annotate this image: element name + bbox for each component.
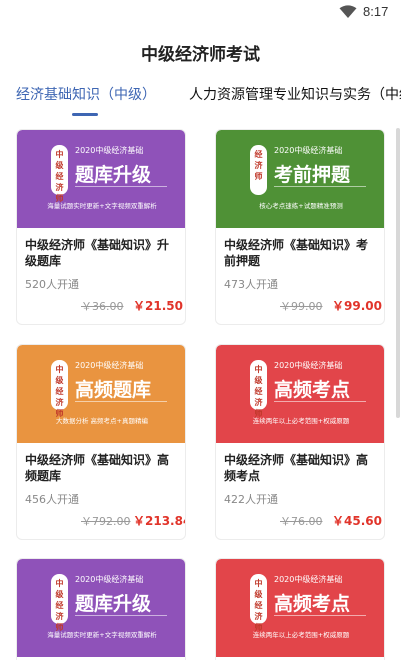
brand-badge-char: 济 xyxy=(254,398,263,407)
banner-subtitle: 2020中级经济基础 xyxy=(274,146,343,155)
brand-badge-text: 经济师 xyxy=(250,149,267,182)
brand-badge: 中级经济师 xyxy=(51,360,68,418)
course-card[interactable]: 中级经济师 2020中级经济基础 高频题库 大数据分析 高频考点+真题精编 中级… xyxy=(16,344,186,540)
brand-badge-text: 中级经济师 xyxy=(51,364,68,419)
brand-badge-char: 级 xyxy=(55,161,64,170)
brand-badge-char: 中 xyxy=(55,150,64,159)
brand-badge: 中级经济师 xyxy=(250,574,267,632)
brand-badge-char: 经 xyxy=(55,172,64,181)
banner-divider xyxy=(75,401,167,402)
brand-badge-char: 济 xyxy=(55,612,64,621)
banner-tagline: 核心考点速练+试题精准预测 xyxy=(259,202,343,210)
brand-badge-char: 中 xyxy=(55,365,64,374)
scrollbar[interactable] xyxy=(396,128,400,418)
banner-tagline: 海量试题实时更新+文字视频双重解析 xyxy=(47,631,157,639)
course-title: 中级经济师《基础知识》考前押题 xyxy=(224,238,369,268)
banner-tagline: 海量试题实时更新+文字视频双重解析 xyxy=(47,202,157,210)
brand-badge-char: 中 xyxy=(55,579,64,588)
course-banner: 中级经济师 2020中级经济基础 高频题库 大数据分析 高频考点+真题精编 xyxy=(17,345,185,443)
tab-economic-basics[interactable]: 经济基础知识（中级） xyxy=(16,84,156,104)
enrolled-count: 422人开通 xyxy=(224,493,278,506)
course-card[interactable]: 中级经济师 2020中级经济基础 题库升级 海量试题实时更新+文字视频双重解析 … xyxy=(16,129,186,325)
banner-divider xyxy=(274,615,366,616)
brand-badge-char: 济 xyxy=(55,183,64,192)
brand-badge: 中级经济师 xyxy=(250,360,267,418)
banner-subtitle: 2020中级经济基础 xyxy=(274,575,343,584)
banner-tagline: 连续两年以上必考范围+权威原题 xyxy=(252,631,350,639)
course-card[interactable]: 中级经济师 2020中级经济基础 高频考点 连续两年以上必考范围+权威原题 xyxy=(215,558,385,660)
course-banner: 中级经济师 2020中级经济基础 高频考点 连续两年以上必考范围+权威原题 xyxy=(216,559,384,657)
brand-badge-char: 级 xyxy=(55,376,64,385)
page-title: 中级经济师考试 xyxy=(141,45,260,65)
course-title: 中级经济师《基础知识》高频题库 xyxy=(25,453,170,483)
brand-badge-text: 中级经济师 xyxy=(250,364,267,419)
category-tabs: 经济基础知识（中级） 人力资源管理专业知识与实务（中级） xyxy=(0,84,401,116)
course-banner: 经济师 2020中级经济基础 考前押题 核心考点速练+试题精准预测 xyxy=(216,130,384,228)
brand-badge-char: 级 xyxy=(55,590,64,599)
brand-badge-char: 济 xyxy=(55,398,64,407)
brand-badge-char: 级 xyxy=(254,590,263,599)
course-banner: 中级经济师 2020中级经济基础 题库升级 海量试题实时更新+文字视频双重解析 xyxy=(17,130,185,228)
course-banner: 中级经济师 2020中级经济基础 高频考点 连续两年以上必考范围+权威原题 xyxy=(216,345,384,443)
wifi-icon xyxy=(339,5,357,18)
course-title: 中级经济师《基础知识》高频考点 xyxy=(224,453,369,483)
enrolled-count: 520人开通 xyxy=(25,278,79,291)
brand-badge-char: 中 xyxy=(254,579,263,588)
active-tab-indicator xyxy=(72,113,98,116)
course-banner: 中级经济师 2020中级经济基础 题库升级 海量试题实时更新+文字视频双重解析 xyxy=(17,559,185,657)
brand-badge: 中级经济师 xyxy=(51,574,68,632)
banner-headline: 考前押题 xyxy=(274,164,351,186)
sale-price: ￥213.84 xyxy=(133,514,186,528)
banner-tagline: 连续两年以上必考范围+权威原题 xyxy=(252,417,350,425)
brand-badge-char: 济 xyxy=(254,161,263,170)
banner-subtitle: 2020中级经济基础 xyxy=(75,361,144,370)
banner-headline: 题库升级 xyxy=(75,593,152,615)
brand-badge: 经济师 xyxy=(250,145,267,195)
status-time: 8:17 xyxy=(363,4,389,19)
course-card[interactable]: 中级经济师 2020中级经济基础 高频考点 连续两年以上必考范围+权威原题 中级… xyxy=(215,344,385,540)
brand-badge-text: 中级经济师 xyxy=(250,578,267,633)
course-card[interactable]: 经济师 2020中级经济基础 考前押题 核心考点速练+试题精准预测 中级经济师《… xyxy=(215,129,385,325)
course-card[interactable]: 中级经济师 2020中级经济基础 题库升级 海量试题实时更新+文字视频双重解析 xyxy=(16,558,186,660)
status-bar: 8:17 xyxy=(0,0,401,26)
sale-price: ￥45.60 xyxy=(332,514,382,528)
brand-badge-char: 中 xyxy=(254,365,263,374)
sale-price: ￥99.00 xyxy=(332,299,382,313)
banner-tagline: 大数据分析 高频考点+真题精编 xyxy=(55,417,148,425)
brand-badge-char: 经 xyxy=(254,150,263,159)
brand-badge-char: 级 xyxy=(254,376,263,385)
course-title: 中级经济师《基础知识》升级题库 xyxy=(25,238,170,268)
sale-price: ￥21.50 xyxy=(133,299,183,313)
banner-divider xyxy=(274,401,366,402)
banner-headline: 题库升级 xyxy=(75,164,152,186)
original-price: ￥792.00 xyxy=(81,515,131,528)
brand-badge-text: 中级经济师 xyxy=(51,149,68,204)
brand-badge-char: 经 xyxy=(254,387,263,396)
original-price: ￥99.00 xyxy=(280,300,323,313)
banner-divider xyxy=(75,186,167,187)
banner-subtitle: 2020中级经济基础 xyxy=(75,146,144,155)
brand-badge-char: 经 xyxy=(55,387,64,396)
original-price: ￥76.00 xyxy=(280,515,323,528)
brand-badge-text: 中级经济师 xyxy=(51,578,68,633)
tab-hr-management[interactable]: 人力资源管理专业知识与实务（中级） xyxy=(189,84,401,104)
banner-divider xyxy=(274,186,366,187)
banner-headline: 高频考点 xyxy=(274,593,351,615)
enrolled-count: 473人开通 xyxy=(224,278,278,291)
banner-subtitle: 2020中级经济基础 xyxy=(274,361,343,370)
banner-headline: 高频考点 xyxy=(274,379,351,401)
brand-badge: 中级经济师 xyxy=(51,145,68,203)
enrolled-count: 456人开通 xyxy=(25,493,79,506)
banner-headline: 高频题库 xyxy=(75,379,152,401)
banner-divider xyxy=(75,615,167,616)
brand-badge-char: 师 xyxy=(254,172,263,181)
brand-badge-char: 济 xyxy=(254,612,263,621)
original-price: ￥36.00 xyxy=(81,300,124,313)
banner-subtitle: 2020中级经济基础 xyxy=(75,575,144,584)
brand-badge-char: 经 xyxy=(254,601,263,610)
brand-badge-char: 经 xyxy=(55,601,64,610)
